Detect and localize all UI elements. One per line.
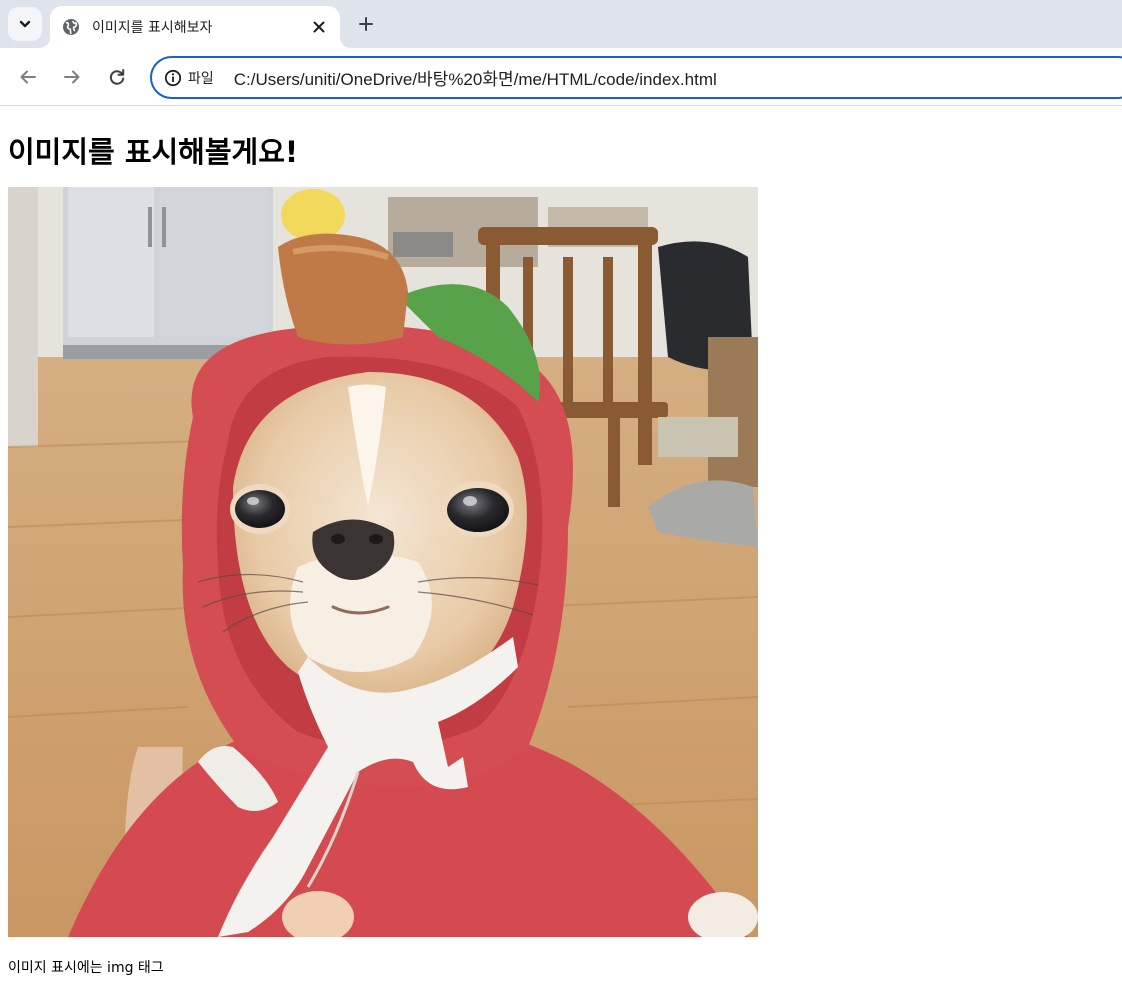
tab-close-button[interactable] — [308, 16, 330, 38]
browser-tab[interactable]: 이미지를 표시해보자 — [40, 6, 350, 48]
new-tab-button[interactable] — [352, 10, 380, 38]
forward-button[interactable] — [58, 63, 86, 91]
arrow-left-icon — [20, 70, 36, 84]
browser-toolbar: 파일 C:/Users/uniti/OneDrive/바탕%20화면/me/HT… — [0, 48, 1122, 106]
plus-icon — [359, 17, 373, 31]
globe-icon — [62, 18, 80, 36]
url-text[interactable]: C:/Users/uniti/OneDrive/바탕%20화면/me/HTML/… — [234, 65, 717, 90]
tab-search-button[interactable] — [8, 7, 42, 41]
scheme-label[interactable]: 파일 — [188, 68, 214, 88]
image-caption: 이미지 표시에는 img 태그 — [8, 960, 164, 976]
tab-strip: 이미지를 표시해보자 — [0, 0, 1122, 48]
page-content: 이미지를 표시해볼게요! 이미지 표시에는 img 태그 — [0, 107, 1122, 1002]
dog-photo — [8, 187, 758, 937]
chevron-down-icon — [19, 20, 31, 28]
reload-button[interactable] — [103, 63, 131, 91]
page-heading: 이미지를 표시해볼게요! — [8, 135, 299, 169]
info-icon[interactable] — [164, 69, 182, 87]
arrow-right-icon — [64, 70, 80, 84]
address-bar[interactable]: 파일 C:/Users/uniti/OneDrive/바탕%20화면/me/HT… — [150, 56, 1122, 99]
reload-icon — [109, 69, 125, 85]
back-button[interactable] — [14, 63, 42, 91]
tab-title: 이미지를 표시해보자 — [92, 20, 213, 36]
close-icon — [313, 21, 325, 33]
